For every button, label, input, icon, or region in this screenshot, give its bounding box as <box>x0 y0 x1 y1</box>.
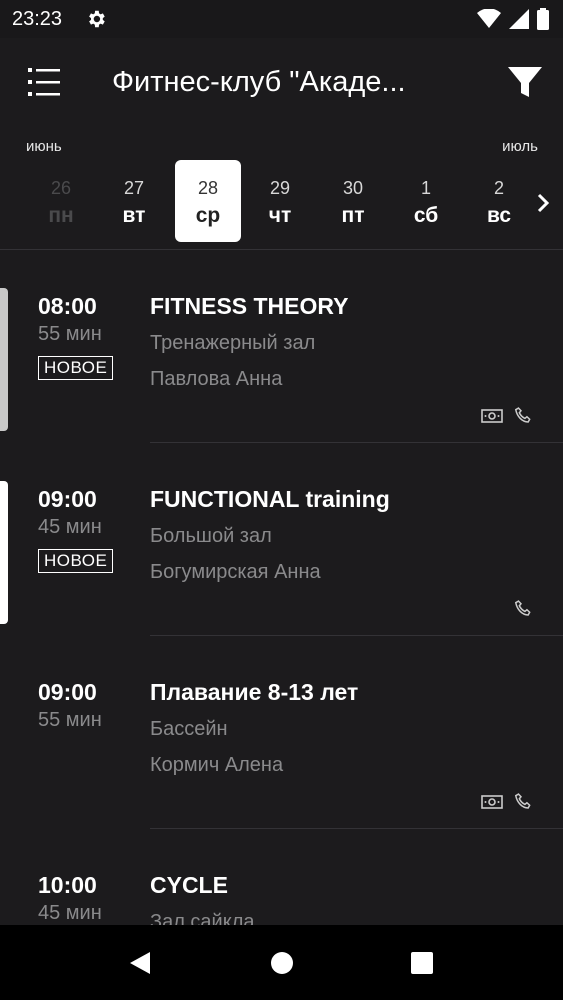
wifi-icon <box>477 9 501 28</box>
signal-icon <box>509 9 529 29</box>
status-time: 23:23 <box>12 8 63 30</box>
day-29[interactable]: 29 чт <box>247 160 313 242</box>
month-label-right: июль <box>502 138 538 155</box>
day-weekday: пт <box>341 204 365 227</box>
settings-gear-icon <box>89 10 105 28</box>
money-icon <box>481 795 503 809</box>
app-bar: Фитнес-клуб "Акаде... <box>0 38 563 128</box>
filter-icon[interactable] <box>505 62 545 102</box>
money-icon <box>481 409 503 423</box>
session-room: Бассейн <box>150 718 228 740</box>
session-marker <box>0 288 8 431</box>
day-weekday: вс <box>486 204 512 227</box>
new-badge: НОВОЕ <box>38 356 114 380</box>
day-2[interactable]: 2 вс <box>466 160 532 242</box>
session-list: 08:00 55 мин НОВОЕ FITNESS THEORY Тренаж… <box>0 250 563 925</box>
session-time: 08:00 <box>38 293 97 319</box>
session-card[interactable]: 09:00 45 мин НОВОЕ FUNCTIONAL training Б… <box>0 443 563 636</box>
session-duration: 45 мин <box>38 902 102 924</box>
day-number: 29 <box>269 178 291 198</box>
day-number: 26 <box>50 178 72 198</box>
day-number: 30 <box>342 178 364 198</box>
session-card[interactable]: 09:00 55 мин Плавание 8-13 лет Бассейн К… <box>0 636 563 829</box>
phone-icon[interactable] <box>513 599 533 619</box>
day-28-selected[interactable]: 28 ср <box>175 160 241 242</box>
day-number: 27 <box>123 178 145 198</box>
session-time: 09:00 <box>38 679 97 705</box>
session-duration: 55 мин <box>38 709 102 731</box>
session-trainer: Кормич Алена <box>150 754 284 776</box>
session-time: 10:00 <box>38 872 97 898</box>
session-card[interactable]: 08:00 55 мин НОВОЕ FITNESS THEORY Тренаж… <box>0 250 563 443</box>
session-trainer: Богумирская Анна <box>150 561 321 583</box>
day-number: 28 <box>197 178 219 198</box>
day-number: 1 <box>420 178 431 198</box>
day-weekday: чт <box>268 204 292 227</box>
session-room: Большой зал <box>150 525 272 547</box>
phone-icon[interactable] <box>513 406 533 426</box>
system-nav-bar <box>0 925 563 1000</box>
session-room: Зал сайкла <box>150 911 255 925</box>
phone-icon[interactable] <box>513 792 533 812</box>
session-name: CYCLE <box>150 872 228 898</box>
day-weekday: сб <box>413 204 439 227</box>
page-title: Фитнес-клуб "Акаде... <box>112 66 406 98</box>
chevron-right-icon[interactable] <box>531 190 555 216</box>
day-30[interactable]: 30 пт <box>320 160 386 242</box>
home-icon[interactable] <box>270 951 294 975</box>
day-weekday: ср <box>195 204 221 227</box>
battery-icon <box>537 8 549 30</box>
day-1[interactable]: 1 сб <box>393 160 459 242</box>
session-time: 09:00 <box>38 486 97 512</box>
session-duration: 45 мин <box>38 516 102 538</box>
session-duration: 55 мин <box>38 323 102 345</box>
new-badge: НОВОЕ <box>38 549 114 573</box>
day-number: 2 <box>493 178 504 198</box>
session-card[interactable]: 10:00 45 мин CYCLE Зал сайкла <box>0 829 563 925</box>
month-label-left: июнь <box>26 138 62 155</box>
menu-list-icon[interactable] <box>22 62 64 102</box>
session-name: FITNESS THEORY <box>150 293 349 319</box>
day-weekday: пн <box>48 204 74 227</box>
back-icon[interactable] <box>128 951 152 975</box>
date-strip: 26 пн 27 вт 28 ср 29 чт 30 пт 1 сб 2 вс <box>0 160 563 242</box>
recents-icon[interactable] <box>410 951 434 975</box>
session-trainer: Павлова Анна <box>150 368 283 390</box>
session-room: Тренажерный зал <box>150 332 316 354</box>
day-26[interactable]: 26 пн <box>28 160 94 242</box>
day-weekday: вт <box>122 204 146 227</box>
session-marker <box>0 481 8 624</box>
status-bar: 23:23 <box>0 0 563 38</box>
day-27[interactable]: 27 вт <box>101 160 167 242</box>
session-name: FUNCTIONAL training <box>150 486 390 512</box>
session-name: Плавание 8-13 лет <box>150 679 359 705</box>
